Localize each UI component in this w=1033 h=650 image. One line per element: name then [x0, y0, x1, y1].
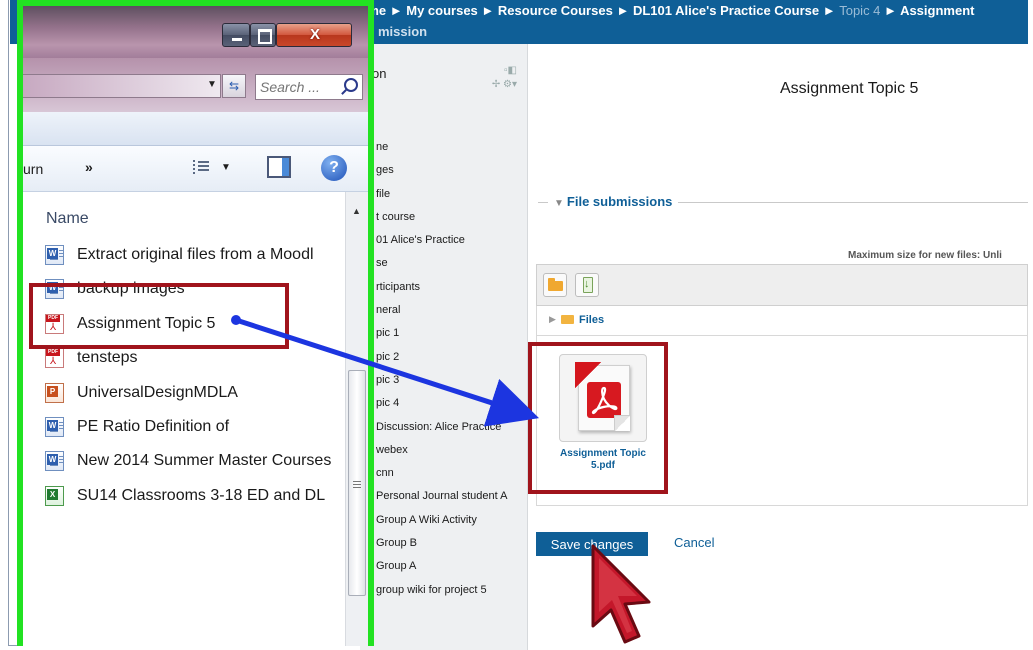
- mouse-cursor-icon: [591, 544, 651, 644]
- drag-arrow-start-dot: [231, 315, 241, 325]
- screenshot-stage: Home ► My courses ► Resource Courses ► D…: [0, 0, 1033, 650]
- drag-arrow-line: [235, 317, 540, 427]
- drag-arrow: [231, 315, 540, 427]
